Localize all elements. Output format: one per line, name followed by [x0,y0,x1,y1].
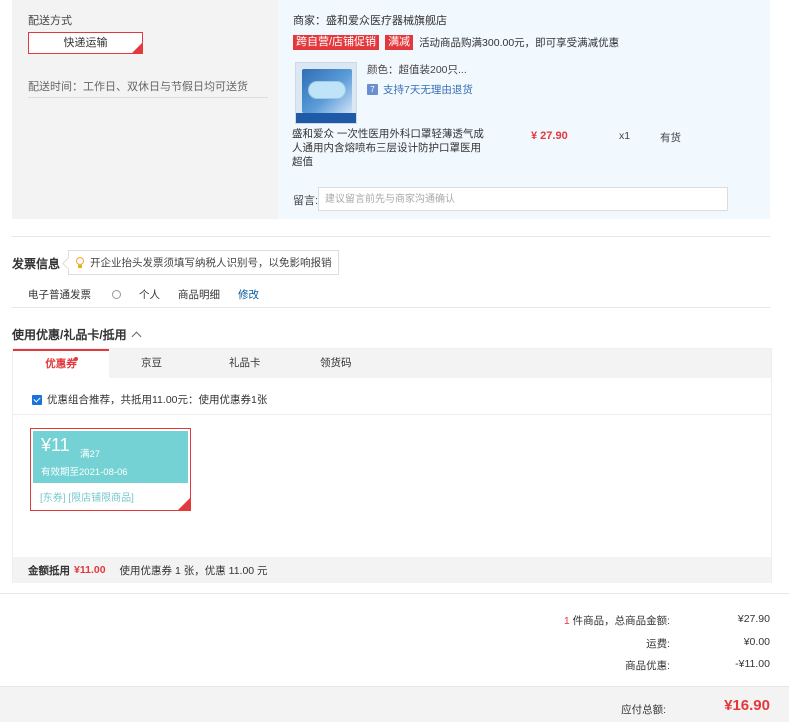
coupon-card-header: ¥11 满27 有效期至2021-08-06 [33,431,188,483]
summary-goods-row: 1 件商品，总商品金额: ¥27.90 [470,613,770,628]
coupon-expiry: 有效期至2021-08-06 [41,467,128,478]
product-color: 颜色：超值装200只... [367,64,467,76]
return-policy-text: 支持7天无理由退货 [383,84,473,96]
tab-jingdou[interactable]: 京豆 [141,349,162,378]
combo-recommend: 优惠组合推荐，共抵用11.00元：使用优惠券1张 [32,392,267,407]
promo-line: 跨自营/店铺促销 满减 活动商品购满300.00元，即可享受满减优惠 [293,34,619,50]
invoice-holder: 个人 [139,289,160,301]
tab-coupons-label: 优惠券 [45,358,77,370]
selected-corner-icon [178,498,190,510]
shipping-option-label: 快递运输 [63,37,108,49]
return-policy-icon: 7 [367,84,378,95]
invoice-tip: 开企业抬头发票须填写纳税人识别号，以免影响报销 [68,250,339,275]
goods-total-label-text: 件商品，总商品金额: [569,615,670,627]
product-price: ¥ 27.90 [531,130,568,142]
merchant-name[interactable]: 商家：盛和爱众医疗器械旗舰店 [293,12,447,28]
goods-total-label: 1 件商品，总商品金额: [470,613,670,628]
shipping-order-panel: 配送方式 快递运输 配送时间：工作日、双休日与节假日均可送货 商家：盛和爱众医疗… [12,0,770,219]
summary-freight-row: 运费: ¥0.00 [470,636,770,651]
coupon-card[interactable]: ¥11 满27 有效期至2021-08-06 [东券] [限店铺限商品] [30,428,191,511]
return-policy: 7 支持7天无理由退货 [367,82,473,97]
chevron-up-icon [131,331,142,341]
coupon-section-title-text: 使用优惠/礼品卡/抵用 [12,328,127,342]
freight-label: 运费: [646,638,670,650]
freight-value: ¥0.00 [743,636,770,648]
lightbulb-icon [75,256,85,269]
promo-text: 活动商品购满300.00元，即可享受满减优惠 [419,36,620,49]
invoice-content: 商品明细 [178,289,220,301]
promo-tag-store: 跨自营/店铺促销 [293,34,380,50]
product-quantity: x1 [619,130,631,142]
new-badge-dot [74,357,78,361]
combo-checkbox[interactable] [32,394,42,405]
invoice-details: 电子普通发票 个人 商品明细 修改 [28,287,277,302]
tab-coupons[interactable]: 优惠券 [13,349,109,378]
coupon-amount: ¥11 [41,435,70,455]
info-icon[interactable] [112,290,121,299]
remark-label: 留言: [293,195,319,207]
divider [13,414,771,415]
coupon-condition: 满27 [80,449,101,460]
summary-discount-row: 商品优惠: -¥11.00 [470,658,770,673]
coupon-section-title[interactable]: 使用优惠/礼品卡/抵用 [12,326,142,343]
divider [12,307,770,308]
coupon-footer: 金额抵用 ¥11.00 使用优惠券 1 张，优惠 11.00 元 [13,557,771,583]
delivery-time: 配送时间：工作日、双休日与节假日均可送货 [28,81,248,93]
promo-tag-discount: 满减 [385,34,414,50]
invoice-tip-text: 开企业抬头发票须填写纳税人识别号，以免影响报销 [90,257,332,269]
shipping-section: 配送方式 快递运输 配送时间：工作日、双休日与节假日均可送货 [12,0,277,219]
divider [12,236,770,237]
coupon-panel: 优惠券 京豆 礼品卡 领货码 优惠组合推荐，共抵用11.00元：使用优惠券1张 … [12,348,772,583]
product-image[interactable] [295,62,357,124]
deduction-label: 金额抵用 [28,564,70,577]
deduction-amount: ¥11.00 [74,564,106,576]
deduction-text: 使用优惠券 1 张，优惠 11.00 元 [119,564,268,577]
goods-total-value: ¥27.90 [737,613,770,625]
order-section: 商家：盛和爱众医疗器械旗舰店 跨自营/店铺促销 满减 活动商品购满300.00元… [278,0,770,219]
remark-input[interactable] [318,187,728,211]
tab-pickup-code[interactable]: 领货码 [320,349,352,378]
product-stock: 有货 [660,132,681,144]
payable-label: 应付总额: [621,704,666,716]
invoice-title: 发票信息 [12,257,61,271]
tab-gift-card[interactable]: 礼品卡 [229,349,261,378]
product-name[interactable]: 盛和爱众 一次性医用外科口罩轻薄透气成人通用内含熔喷布三层设计防护口罩医用 超值 [292,127,492,169]
payable-amount: ¥16.90 [724,697,770,714]
selected-corner-icon [132,43,142,53]
divider [28,97,268,98]
invoice-type: 电子普通发票 [28,287,121,302]
shipping-option-express[interactable]: 快递运输 [28,32,143,54]
discount-value: -¥11.00 [735,658,770,670]
divider [0,593,789,594]
coupon-tags: [东券] [限店铺限商品] [40,493,134,504]
invoice-edit-link[interactable]: 修改 [238,287,259,302]
coupon-tabs: 优惠券 京豆 礼品卡 领货码 [13,349,771,378]
combo-text: 优惠组合推荐，共抵用11.00元：使用优惠券1张 [47,394,268,406]
discount-label: 商品优惠: [625,660,670,672]
shipping-title: 配送方式 [28,15,72,27]
total-bar: 应付总额: ¥16.90 [0,686,789,722]
